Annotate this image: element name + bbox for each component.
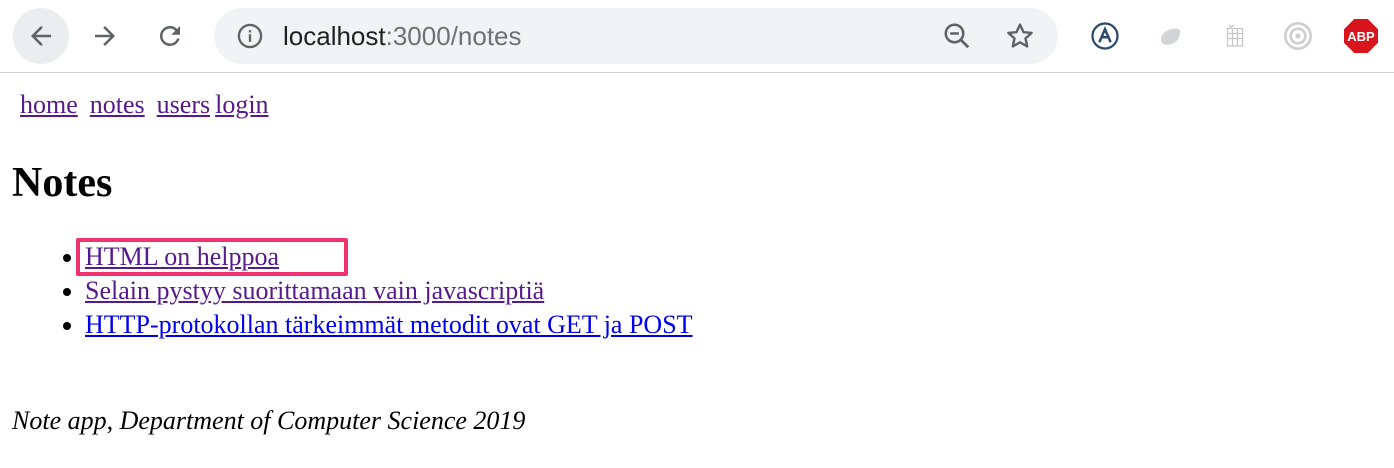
target-extension-icon [1284,22,1312,50]
target-extension-button[interactable] [1280,18,1316,54]
nav-link-home[interactable]: home [20,90,78,119]
nav-link-login[interactable]: login [215,90,268,119]
address-bar[interactable]: localhost:3000/notes [214,8,1058,64]
gray-blob-extension-icon [1161,28,1181,45]
translate-a-icon [1091,22,1119,50]
reload-button[interactable] [142,8,198,64]
zoom-out-icon[interactable] [942,21,972,51]
list-item: HTTP-protokollan tärkeimmät metodit ovat… [85,308,693,342]
back-button[interactable] [13,8,69,64]
list-item: Selain pystyy suorittamaan vain javascri… [85,274,693,308]
info-icon[interactable] [236,22,264,50]
url-host: localhost [283,21,386,51]
grid-extension-button[interactable] [1217,18,1253,54]
star-icon[interactable] [1004,20,1036,52]
adblock-icon: ABP [1344,19,1378,53]
grid-extension-icon [1226,24,1244,47]
list-item: HTML on helppoa [85,240,693,274]
page-title: Notes [12,160,113,206]
page-content: home notes userslogin Notes HTML on helppo… [0,74,1394,468]
forward-button[interactable] [77,8,133,64]
back-arrow-icon [31,26,51,46]
note-link[interactable]: Selain pystyy suorittamaan vain javascri… [85,276,544,305]
translate-extension-button[interactable] [1087,18,1123,54]
top-navigation: home notes users login [20,89,269,121]
browser-toolbar: localhost:3000/notes ABP [0,0,1394,73]
page-footer: Note app, Department of Computer Science… [12,406,526,435]
note-link[interactable]: HTTP-protokollan tärkeimmät metodit ovat… [85,310,693,339]
forward-arrow-icon [95,26,115,46]
note-link[interactable]: HTML on helppoa [85,242,279,271]
nav-link-users[interactable]: users [157,90,210,119]
reload-icon [159,25,180,46]
blob-extension-button[interactable] [1153,18,1189,54]
url-path: :3000/notes [385,21,522,51]
adblock-extension-button[interactable]: ABP [1343,18,1379,54]
nav-link-notes[interactable]: notes [90,90,145,119]
url-text[interactable]: localhost:3000/notes [283,19,522,53]
notes-list: HTML on helppoa Selain pystyy suorittama… [0,240,693,342]
